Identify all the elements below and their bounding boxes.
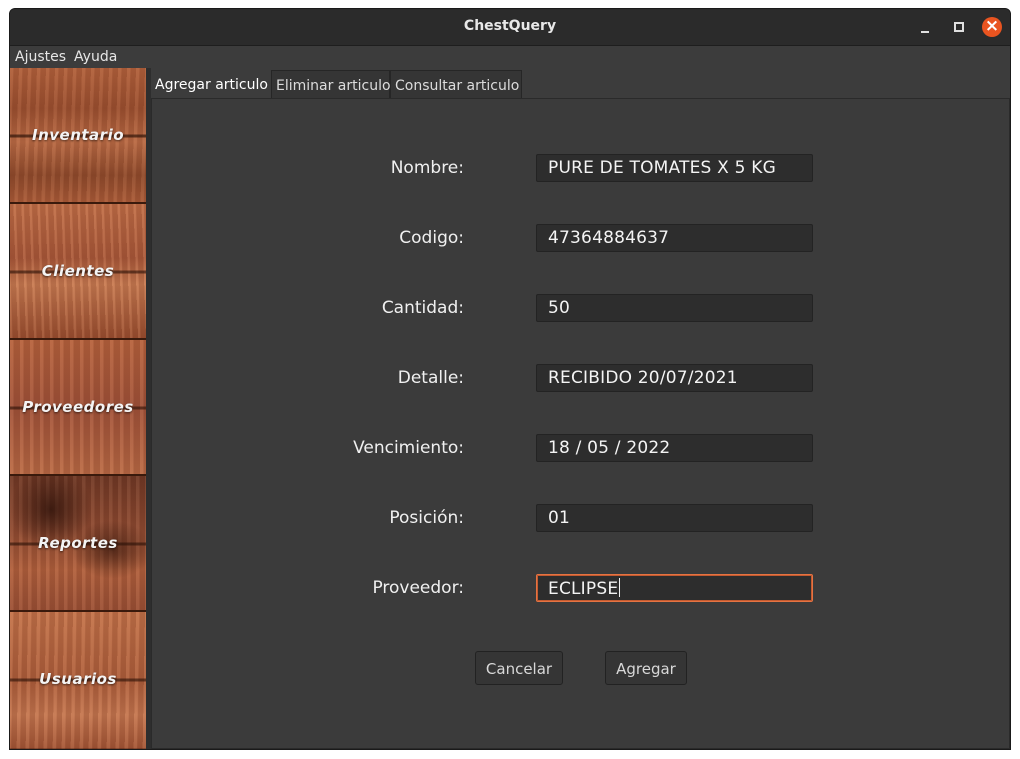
close-icon[interactable] [982, 16, 1002, 37]
tab-bar: Agregar articulo Eliminar articulo Consu… [151, 68, 1010, 99]
sidebar-item-reportes[interactable]: Reportes [10, 476, 146, 612]
menu-ajustes[interactable]: Ajustes [10, 47, 70, 65]
proveedor-value: ECLIPSE [548, 579, 619, 599]
tab-eliminar-articulo[interactable]: Eliminar articulo [271, 70, 391, 98]
proveedor-field[interactable]: ECLIPSE [536, 574, 813, 602]
sidebar-item-clientes[interactable]: Clientes [10, 204, 146, 340]
cantidad-label: Cantidad: [381, 298, 464, 318]
sidebar-item-proveedores[interactable]: Proveedores [10, 340, 146, 476]
sidebar-item-inventario[interactable]: Inventario [10, 68, 146, 204]
tab-consultar-articulo[interactable]: Consultar articulo [390, 70, 522, 98]
form-row-cantidad: Cantidad: 50 [152, 294, 1009, 322]
codigo-label: Codigo: [399, 228, 464, 248]
posicion-label: Posición: [389, 508, 464, 528]
sidebar-item-label: Proveedores [22, 398, 134, 416]
form-row-posicion: Posición: 01 [152, 504, 1009, 532]
cancel-button[interactable]: Cancelar [475, 651, 563, 685]
posicion-field[interactable]: 01 [536, 504, 813, 532]
menu-ayuda[interactable]: Ayuda [70, 47, 121, 65]
maximize-icon[interactable] [949, 17, 969, 37]
sidebar-item-label: Inventario [31, 126, 125, 144]
tab-agregar-articulo[interactable]: Agregar articulo [151, 70, 271, 98]
sidebar-item-label: Usuarios [39, 670, 117, 688]
text-caret [619, 578, 621, 597]
form-panel: Nombre: PURE DE TOMATES X 5 KG Codigo: 4… [151, 99, 1010, 749]
main-content: Agregar articulo Eliminar articulo Consu… [151, 68, 1010, 749]
form-actions: Cancelar Agregar [152, 651, 1009, 685]
sidebar-item-usuarios[interactable]: Usuarios [10, 612, 146, 749]
window-title: ChestQuery [463, 18, 557, 34]
codigo-field[interactable]: 47364884637 [536, 224, 813, 252]
form-row-detalle: Detalle: RECIBIDO 20/07/2021 [152, 364, 1009, 392]
app-window: ChestQuery AjustesAyuda Inventario Clien… [9, 8, 1011, 750]
add-button[interactable]: Agregar [605, 651, 687, 685]
form-row-codigo: Codigo: 47364884637 [152, 224, 1009, 252]
form-row-nombre: Nombre: PURE DE TOMATES X 5 KG [152, 154, 1009, 182]
form-row-proveedor: Proveedor: ECLIPSE [152, 574, 1009, 602]
cantidad-field[interactable]: 50 [536, 294, 813, 322]
sidebar-item-label: Reportes [38, 534, 118, 552]
vencimiento-label: Vencimiento: [353, 438, 464, 458]
vencimiento-field[interactable]: 18 / 05 / 2022 [536, 434, 813, 462]
form-row-vencimiento: Vencimiento: 18 / 05 / 2022 [152, 434, 1009, 462]
title-bar[interactable]: ChestQuery [10, 9, 1010, 46]
minimize-icon[interactable] [915, 17, 935, 37]
menu-bar: Ajustes Ayuda [10, 46, 1010, 69]
proveedor-label: Proveedor: [372, 578, 464, 598]
detalle-field[interactable]: RECIBIDO 20/07/2021 [536, 364, 813, 392]
detalle-label: Detalle: [397, 368, 464, 388]
sidebar-item-label: Clientes [41, 262, 115, 280]
nombre-field[interactable]: PURE DE TOMATES X 5 KG [536, 154, 813, 182]
nombre-label: Nombre: [390, 158, 464, 178]
sidebar: Inventario Clientes Proveedores Reportes… [10, 68, 146, 749]
